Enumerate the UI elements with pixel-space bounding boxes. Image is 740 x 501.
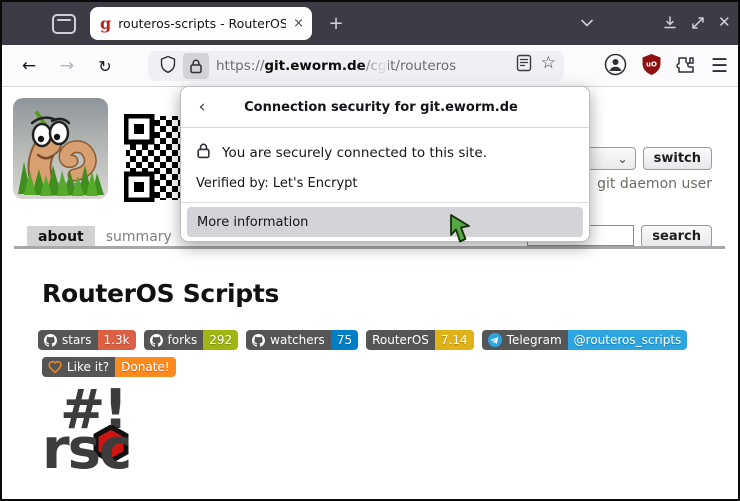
cgit-favicon-icon: g bbox=[100, 16, 111, 32]
new-tab-button[interactable]: + bbox=[324, 12, 348, 36]
badge-value: 7.14 bbox=[435, 330, 474, 350]
back-button[interactable]: ← bbox=[16, 54, 42, 80]
close-window-icon[interactable]: ✕ bbox=[718, 13, 731, 31]
site-security-lock-icon[interactable] bbox=[183, 53, 209, 79]
routeros-badge[interactable]: RouterOS 7.14 bbox=[366, 330, 474, 350]
badge-label: RouterOS bbox=[372, 333, 429, 347]
badge-row-2: Like it? Donate! bbox=[42, 357, 176, 377]
donate-badge[interactable]: Like it? Donate! bbox=[42, 357, 176, 377]
forks-badge[interactable]: forks 292 bbox=[144, 330, 239, 350]
downloads-icon[interactable] bbox=[662, 15, 678, 35]
github-icon bbox=[150, 334, 163, 347]
tab-title: routeros-scripts - RouterOS bbox=[118, 16, 286, 31]
badge-label: forks bbox=[168, 333, 198, 347]
popup-header: ‹ Connection security for git.eworm.de bbox=[181, 87, 589, 128]
tab-close-icon[interactable]: × bbox=[293, 16, 304, 31]
stars-badge[interactable]: stars 1.3k bbox=[38, 330, 136, 350]
connection-security-popup: ‹ Connection security for git.eworm.de Y… bbox=[180, 86, 590, 242]
tracking-shield-icon[interactable] bbox=[159, 55, 177, 78]
secure-connection-text: You are securely connected to this site. bbox=[222, 145, 487, 161]
forward-button: → bbox=[54, 54, 80, 80]
ublock-origin-icon[interactable]: uO bbox=[641, 53, 662, 80]
search-button[interactable]: search bbox=[641, 225, 712, 248]
firefox-view-icon[interactable] bbox=[52, 14, 76, 34]
more-information-item[interactable]: More information bbox=[187, 207, 583, 237]
badge-value: 292 bbox=[203, 330, 238, 350]
account-icon[interactable] bbox=[604, 53, 627, 80]
badge-label: Telegram bbox=[507, 333, 562, 347]
telegram-icon bbox=[488, 333, 502, 347]
badge-label: Like it? bbox=[67, 360, 109, 374]
url-bar[interactable]: https://git.eworm.de/cgit/routeros-scrip… bbox=[148, 51, 564, 81]
url-text: https://git.eworm.de/cgit/routeros-scrip… bbox=[216, 58, 456, 74]
rsc-logo-image: #! rsc bbox=[42, 392, 152, 492]
chevron-down-icon: ⌄ bbox=[618, 152, 628, 166]
rsc-logo-text: rsc bbox=[42, 417, 130, 482]
tab-bar: g routeros-scripts - RouterOS × + ✕ bbox=[2, 2, 738, 45]
badge-value: 75 bbox=[331, 330, 358, 350]
badge-value: @routeros_scripts bbox=[568, 330, 688, 350]
lock-icon bbox=[196, 142, 211, 163]
reload-button[interactable]: ↻ bbox=[92, 54, 118, 80]
list-all-tabs-icon[interactable] bbox=[580, 15, 594, 34]
popup-title: Connection security for git.eworm.de bbox=[217, 100, 545, 115]
page-title: RouterOS Scripts bbox=[42, 279, 279, 308]
active-tab[interactable]: g routeros-scripts - RouterOS × bbox=[90, 7, 312, 40]
bookmark-star-icon[interactable]: ☆ bbox=[541, 55, 556, 72]
switch-button[interactable]: switch bbox=[643, 147, 712, 170]
menu-hamburger-icon[interactable]: ☰ bbox=[711, 57, 728, 76]
mouse-cursor bbox=[449, 214, 473, 248]
tabbar-divider bbox=[14, 246, 725, 249]
popup-back-icon[interactable]: ‹ bbox=[187, 97, 217, 117]
badge-label: stars bbox=[62, 333, 92, 347]
svg-text:uO: uO bbox=[646, 61, 657, 69]
navigation-toolbar: ← → ↻ https://git.eworm.de/cgit/routeros… bbox=[2, 45, 738, 87]
telegram-badge[interactable]: Telegram @routeros_scripts bbox=[482, 330, 688, 350]
url-scheme: https:// bbox=[216, 58, 264, 74]
github-icon bbox=[252, 334, 265, 347]
restore-window-icon[interactable] bbox=[690, 15, 706, 35]
verified-by-text: Verified by: Let's Encrypt bbox=[196, 176, 589, 191]
watchers-badge[interactable]: watchers 75 bbox=[246, 330, 358, 350]
badge-value: Donate! bbox=[115, 357, 175, 377]
url-fade bbox=[362, 53, 388, 79]
github-icon bbox=[44, 334, 57, 347]
extensions-puzzle-icon[interactable] bbox=[676, 54, 697, 79]
browser-window: g routeros-scripts - RouterOS × + ✕ ← → … bbox=[0, 0, 740, 501]
heart-icon bbox=[48, 361, 62, 374]
reader-mode-icon[interactable] bbox=[516, 54, 532, 72]
eworm-logo-image[interactable] bbox=[12, 97, 109, 204]
repo-owner-label: git daemon user bbox=[597, 176, 712, 192]
url-host: git.eworm.de bbox=[264, 58, 365, 74]
badge-label: watchers bbox=[270, 333, 325, 347]
badge-row-1: stars 1.3k forks 292 watchers 75 RouterO… bbox=[38, 330, 687, 350]
badge-value: 1.3k bbox=[98, 330, 136, 350]
popup-divider bbox=[181, 202, 589, 203]
